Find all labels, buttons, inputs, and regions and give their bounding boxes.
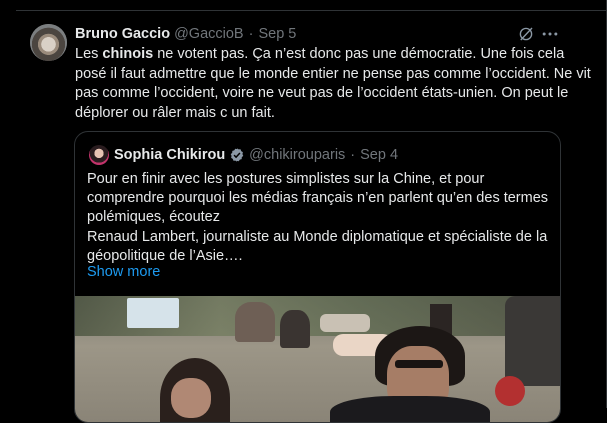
tweet-date[interactable]: Sep 5 xyxy=(258,26,296,42)
separator: · xyxy=(248,26,254,42)
tweet-text: Les chinois ne votent pas. Ça n’est donc… xyxy=(75,46,591,121)
quoted-tweet[interactable]: Sophia Chikirou @chikirouparis · Sep 4 P… xyxy=(74,131,561,423)
quote-avatar[interactable] xyxy=(89,145,109,165)
show-more-link[interactable]: Show more xyxy=(87,264,160,280)
more-icon[interactable] xyxy=(540,24,560,44)
quote-text: Pour en finir avec les postures simplist… xyxy=(87,171,549,264)
quote-author-handle[interactable]: @chikirouparis xyxy=(249,147,345,163)
quote-date[interactable]: Sep 4 xyxy=(360,147,398,163)
quote-author-name[interactable]: Sophia Chikirou xyxy=(114,147,225,163)
author-name[interactable]: Bruno Gaccio xyxy=(75,26,170,42)
top-divider xyxy=(16,10,607,11)
quote-header: Sophia Chikirou @chikirouparis · Sep 4 xyxy=(114,146,398,164)
quote-media-image[interactable] xyxy=(75,296,560,422)
avatar[interactable] xyxy=(30,24,67,61)
author-handle[interactable]: @GaccioB xyxy=(174,26,244,42)
tweet-header: Bruno Gaccio @GaccioB · Sep 5 xyxy=(75,25,296,43)
hashtag-chinois[interactable]: chinois xyxy=(102,46,153,62)
verified-badge-icon xyxy=(230,148,244,162)
grok-icon[interactable] xyxy=(517,25,535,43)
quote-separator: · xyxy=(350,147,356,163)
